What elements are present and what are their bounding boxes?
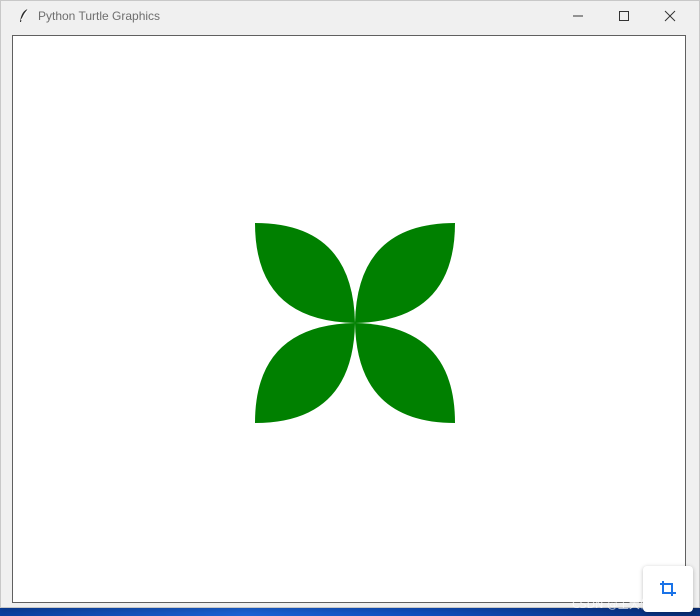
minimize-button[interactable] — [555, 1, 601, 31]
petal-bottom-right — [355, 323, 455, 423]
maximize-button[interactable] — [601, 1, 647, 31]
turtle-drawing — [255, 223, 455, 423]
window-title: Python Turtle Graphics — [38, 9, 161, 23]
minimize-icon — [573, 15, 583, 17]
turtle-canvas[interactable] — [12, 35, 686, 603]
close-icon — [664, 10, 676, 22]
petal-top-left — [255, 223, 355, 323]
turtle-window: Python Turtle Graphics — [0, 0, 700, 608]
watermark-text: CSDN @王大侃0928 — [572, 598, 679, 611]
feather-icon — [16, 8, 32, 24]
petal-top-right — [355, 223, 455, 323]
title-bar[interactable]: Python Turtle Graphics — [1, 1, 699, 31]
petal-bottom-left — [255, 323, 355, 423]
maximize-icon — [619, 11, 629, 21]
close-button[interactable] — [647, 1, 693, 31]
